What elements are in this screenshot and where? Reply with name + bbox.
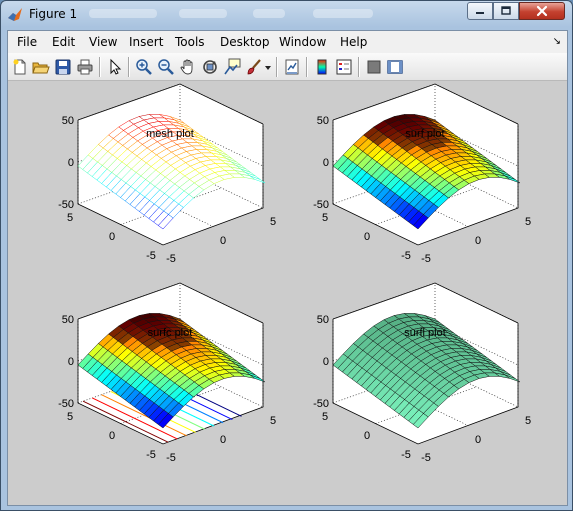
show-plot-tools-icon[interactable] bbox=[386, 58, 404, 76]
maximize-icon bbox=[501, 6, 511, 15]
dock-arrow-icon[interactable]: ↘ bbox=[553, 36, 561, 47]
x-tick-label: 5 bbox=[270, 415, 276, 427]
x-tick-label: 5 bbox=[525, 415, 531, 427]
subplot-title: surf plot bbox=[405, 128, 444, 140]
save-icon[interactable] bbox=[54, 58, 72, 76]
hide-plot-tools-icon[interactable] bbox=[365, 58, 383, 76]
figure-client-area: File Edit View Insert Tools Desktop Wind… bbox=[7, 30, 568, 506]
y-tick-label: 0 bbox=[364, 231, 370, 243]
x-tick-label: 5 bbox=[270, 216, 276, 228]
z-tick-label: -50 bbox=[313, 398, 329, 410]
link-plot-icon[interactable] bbox=[283, 58, 301, 76]
window-title: Figure 1 bbox=[29, 7, 78, 21]
z-tick-label: 0 bbox=[68, 157, 74, 169]
z-tick-label: 0 bbox=[323, 356, 329, 368]
z-tick-label: 50 bbox=[62, 115, 74, 127]
y-tick-label: -5 bbox=[146, 250, 156, 262]
menu-desktop[interactable]: Desktop bbox=[220, 35, 270, 49]
new-figure-icon[interactable] bbox=[11, 58, 29, 76]
subplot-mesh[interactable]: mesh plot500-5050-5 -505 bbox=[58, 83, 276, 265]
subplot-title: surfl plot bbox=[404, 327, 446, 339]
y-tick-label: -5 bbox=[401, 449, 411, 461]
close-icon bbox=[536, 5, 548, 17]
title-bar[interactable]: Figure 1 bbox=[1, 1, 572, 29]
y-tick-label: -5 bbox=[401, 250, 411, 262]
menu-help[interactable]: Help bbox=[340, 35, 367, 49]
menu-window[interactable]: Window bbox=[279, 35, 326, 49]
menu-file[interactable]: File bbox=[17, 35, 37, 49]
y-tick-label: 0 bbox=[109, 231, 115, 243]
x-tick-label: 0 bbox=[220, 434, 226, 446]
x-tick-label: 5 bbox=[525, 216, 531, 228]
subplot-title: surfc plot bbox=[148, 327, 193, 339]
edit-plot-icon[interactable] bbox=[106, 58, 124, 76]
figure-canvas[interactable]: mesh plot 50 0 -50 5 0 -5 -5 0 5 surf plot 50 0 -50 5 0… bbox=[8, 81, 567, 505]
z-tick-label: -50 bbox=[58, 199, 74, 211]
matlab-icon bbox=[7, 7, 23, 23]
menu-insert[interactable]: Insert bbox=[129, 35, 163, 49]
zoom-out-icon[interactable] bbox=[157, 58, 175, 76]
x-tick-label: 0 bbox=[475, 235, 481, 247]
z-tick-label: 0 bbox=[68, 356, 74, 368]
menu-view[interactable]: View bbox=[89, 35, 117, 49]
x-tick-label: -5 bbox=[166, 253, 176, 265]
x-tick-label: -5 bbox=[166, 452, 176, 464]
menu-edit[interactable]: Edit bbox=[52, 35, 75, 49]
x-tick-label: -5 bbox=[421, 253, 431, 265]
close-button[interactable] bbox=[519, 2, 565, 20]
figure-window: Figure 1 File Edit View Insert Tools Des… bbox=[0, 0, 573, 511]
y-tick-label: 5 bbox=[322, 212, 328, 224]
toolbar-separator bbox=[128, 57, 130, 77]
minimize-button[interactable] bbox=[467, 2, 493, 20]
pan-icon[interactable] bbox=[179, 58, 197, 76]
subplot-surf[interactable]: surf plot500-5050-5 -505 bbox=[313, 83, 531, 265]
x-tick-label: 0 bbox=[220, 235, 226, 247]
z-tick-label: 50 bbox=[62, 314, 74, 326]
insert-legend-icon[interactable] bbox=[335, 58, 353, 76]
z-tick-label: -50 bbox=[313, 199, 329, 211]
y-tick-label: 0 bbox=[364, 430, 370, 442]
background-title-blur bbox=[179, 9, 227, 18]
data-cursor-icon[interactable] bbox=[223, 58, 241, 76]
open-file-icon[interactable] bbox=[32, 58, 50, 76]
y-tick-label: 5 bbox=[322, 411, 328, 423]
subplot-grid: mesh plot500-5050-5 -505surf plot500-5050… bbox=[58, 83, 531, 464]
background-title-blur bbox=[253, 9, 285, 18]
insert-colorbar-icon[interactable] bbox=[313, 58, 331, 76]
z-tick-label: 0 bbox=[323, 157, 329, 169]
x-tick-label: -5 bbox=[421, 452, 431, 464]
background-title-blur bbox=[313, 9, 373, 18]
minimize-icon bbox=[476, 12, 484, 14]
z-tick-label: -50 bbox=[58, 398, 74, 410]
menu-bar: File Edit View Insert Tools Desktop Wind… bbox=[8, 31, 567, 53]
menu-tools[interactable]: Tools bbox=[175, 35, 205, 49]
subplot-surfl[interactable]: surfl plot500-5050-5 -505 bbox=[313, 282, 531, 464]
y-tick-label: 5 bbox=[67, 212, 73, 224]
toolbar-separator bbox=[358, 57, 360, 77]
print-icon[interactable] bbox=[76, 58, 94, 76]
z-tick-label: 50 bbox=[317, 115, 329, 127]
toolbar-separator bbox=[99, 57, 101, 77]
subplot-title: mesh plot bbox=[146, 128, 194, 140]
y-tick-label: -5 bbox=[146, 449, 156, 461]
x-tick-label: 0 bbox=[475, 434, 481, 446]
maximize-button[interactable] bbox=[493, 2, 519, 20]
brush-icon[interactable] bbox=[245, 58, 263, 76]
subplot-surfc[interactable]: surfc plot500-5050-5 -505 bbox=[58, 282, 276, 464]
zoom-in-icon[interactable] bbox=[135, 58, 153, 76]
background-title-blur bbox=[89, 9, 157, 18]
toolbar-separator bbox=[306, 57, 308, 77]
brush-dropdown-icon[interactable] bbox=[264, 58, 272, 76]
z-tick-label: 50 bbox=[317, 314, 329, 326]
toolbar-separator bbox=[276, 57, 278, 77]
rotate-3d-icon[interactable] bbox=[201, 58, 219, 76]
y-tick-label: 5 bbox=[67, 411, 73, 423]
figure-toolbar bbox=[8, 53, 567, 81]
y-tick-label: 0 bbox=[109, 430, 115, 442]
